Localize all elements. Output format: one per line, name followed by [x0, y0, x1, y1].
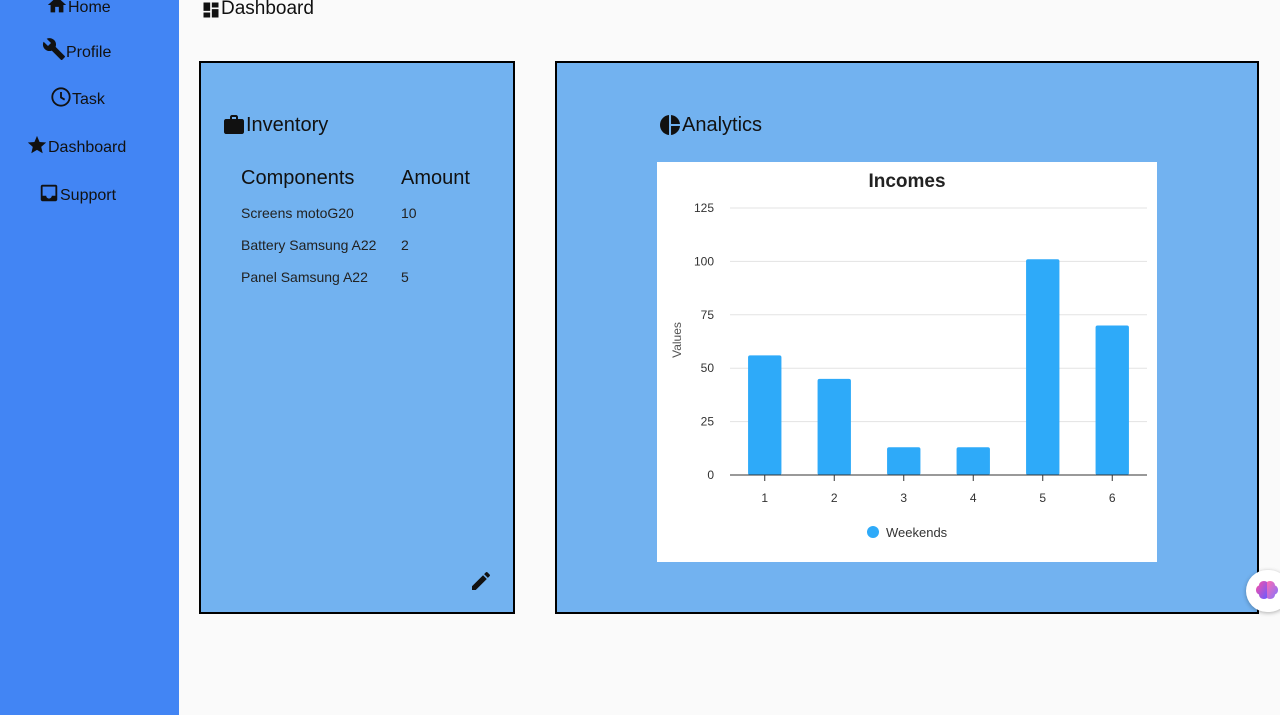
component-cell: Panel Samsung A22 — [241, 269, 368, 285]
chart-bar — [887, 447, 921, 475]
chart-title: Incomes — [868, 171, 945, 192]
legend-marker — [867, 526, 879, 538]
column-header-amount: Amount — [401, 167, 470, 189]
amount-cell: 5 — [401, 269, 409, 285]
sidebar-item-support[interactable]: Support — [38, 182, 116, 204]
pencil-icon — [472, 571, 490, 590]
x-tick-label: 4 — [970, 491, 977, 505]
inventory-title-text: Inventory — [246, 114, 329, 136]
chart-bars — [748, 259, 1129, 475]
table-row: Panel Samsung A22 5 — [241, 261, 470, 293]
y-tick-label: 50 — [701, 361, 715, 375]
x-tick-label: 1 — [761, 491, 768, 505]
sidebar-item-task[interactable]: Task — [50, 86, 105, 108]
inbox-icon — [40, 184, 58, 202]
chart-gridlines — [730, 207, 1147, 423]
clock-icon — [51, 87, 71, 107]
inventory-card: Inventory Components Amount Screens moto… — [199, 61, 515, 614]
inventory-title: Inventory — [222, 113, 328, 137]
sidebar-item-label: Profile — [66, 44, 112, 61]
chart-bar — [748, 355, 782, 475]
table-header-row: Components Amount — [241, 167, 470, 197]
amount-cell: 2 — [401, 237, 409, 253]
chart-bar — [1095, 325, 1129, 475]
legend-label: Weekends — [886, 525, 948, 540]
y-tick-label: 0 — [707, 468, 714, 482]
analytics-card: Analytics Incomes Values 0 25 50 75 100 125 1 2… — [555, 61, 1259, 614]
edit-button[interactable] — [469, 569, 493, 593]
column-header-components: Components — [241, 167, 355, 189]
chart-bar — [956, 447, 990, 475]
chart-y-axis-label: Values — [670, 322, 684, 358]
sidebar-item-label: Dashboard — [48, 139, 127, 156]
sidebar-item-label: Task — [72, 91, 105, 108]
page-title-text: Dashboard — [221, 0, 314, 19]
sidebar-item-label: Support — [60, 187, 117, 204]
x-tick-label: 3 — [900, 491, 907, 505]
amount-cell: 10 — [401, 205, 417, 221]
wrench-icon — [42, 38, 65, 60]
chart-bar — [1026, 259, 1060, 475]
y-tick-label: 75 — [701, 308, 715, 322]
component-cell: Screens motoG20 — [241, 205, 354, 221]
page-title: Dashboard — [201, 0, 314, 20]
incomes-chart: Incomes Values 0 25 50 75 100 125 1 2 3 4 5 6 Weeke… — [657, 162, 1157, 562]
table-row: Screens motoG20 10 — [241, 197, 470, 229]
table-row: Battery Samsung A22 2 — [241, 229, 470, 261]
pie-chart-icon — [660, 115, 680, 135]
sidebar: Home Profile Task Dashboard Support — [0, 0, 179, 715]
sidebar-item-dashboard[interactable]: Dashboard — [26, 134, 126, 156]
briefcase-icon — [224, 115, 244, 134]
chart-bar — [817, 378, 851, 475]
chart-legend: Weekends — [867, 525, 948, 540]
assistant-fab-button[interactable] — [1246, 570, 1280, 612]
sidebar-item-label: Home — [68, 0, 111, 16]
x-tick-label: 2 — [831, 491, 838, 505]
y-tick-label: 100 — [694, 254, 714, 268]
analytics-title: Analytics — [658, 113, 762, 137]
y-tick-label: 125 — [694, 201, 714, 215]
x-tick-label: 6 — [1109, 491, 1116, 505]
inventory-table: Components Amount Screens motoG20 10 Bat… — [241, 167, 470, 293]
sidebar-item-home[interactable]: Home — [46, 0, 111, 16]
brain-icon — [1256, 581, 1278, 599]
component-cell: Battery Samsung A22 — [241, 237, 377, 253]
sidebar-item-profile[interactable]: Profile — [42, 37, 111, 61]
dashboard-icon — [203, 2, 219, 18]
home-icon — [47, 0, 67, 13]
x-tick-label: 5 — [1039, 491, 1046, 505]
y-tick-label: 25 — [701, 415, 715, 429]
star-icon — [27, 135, 47, 154]
analytics-title-text: Analytics — [682, 114, 763, 136]
incomes-chart-svg: Incomes Values 0 25 50 75 100 125 1 2 3 4 5 6 Weeke… — [670, 171, 1147, 540]
